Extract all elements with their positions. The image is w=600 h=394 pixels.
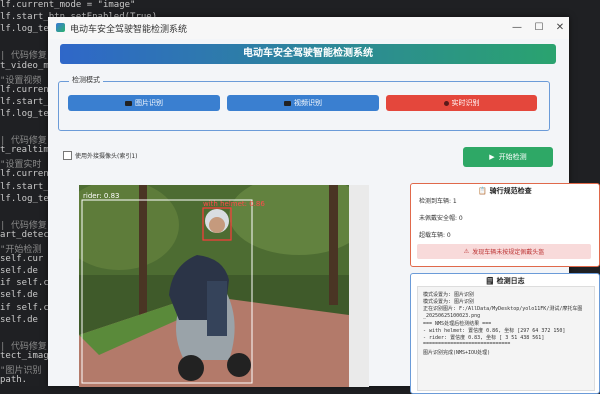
code-line: lf.log_te: [0, 24, 49, 35]
violation-title-label: 骑行规范检查: [489, 187, 532, 195]
code-line: self.cur: [0, 254, 44, 265]
app-icon: [56, 23, 65, 32]
code-line: art_detec: [0, 229, 49, 240]
log-textarea[interactable]: 模式设置为: 图片识别 模式设置为: 图片识别 正在识别图片: F:/AllData…: [417, 286, 595, 391]
code-line: lf.start_: [0, 96, 49, 107]
detection-preview: with helmet: 0.86 rider: 0.83: [79, 185, 369, 387]
code-line: | 代码修复: [0, 51, 47, 62]
log-line: 模式设置为: 图片识别: [423, 292, 475, 298]
rider-bbox-label: rider: 0.83: [83, 192, 120, 200]
code-line: "设置实时: [0, 160, 42, 171]
maximize-button[interactable]: ☐: [532, 21, 546, 35]
code-line: | 代码修复: [0, 220, 47, 231]
log-line: 图片识别完成(NMS+IOU处理): [423, 349, 491, 356]
violation-alert: ⚠ 发现车辆未按规定佩戴头盔: [417, 244, 591, 259]
start-detect-label: 开始检测: [498, 153, 527, 161]
code-line: lf.log_te: [0, 193, 49, 204]
log-line: - rider: 置信度 0.83, 坐标 [ 3 51 438 561]: [423, 335, 545, 342]
code-line: t_realtim: [0, 145, 49, 156]
detection-mode-legend: 检测模式: [69, 75, 103, 85]
preview-side-bar: [349, 185, 369, 387]
log-line: 模式设置为: 图片识别: [423, 299, 475, 306]
external-camera-checkbox[interactable]: 使用外接摄像头(索引1): [63, 151, 138, 160]
code-line: if self.cu: [0, 302, 55, 313]
title-bar: 电动车安全驾驶智能检测系统 — ☐ ✕: [48, 17, 569, 39]
code-line: if self.cu: [0, 278, 55, 289]
helmet-bbox-label: with helmet: 0.86: [203, 200, 265, 208]
video-detect-label: 视频识别: [294, 99, 322, 107]
code-line: | 代码修复: [0, 341, 47, 352]
code-line: "开始检测: [0, 245, 42, 255]
code-line: "图片识别: [0, 366, 42, 376]
start-detect-button[interactable]: ▶ 开始检测: [463, 147, 553, 167]
code-line: self.de: [0, 266, 38, 277]
overload-count: 超载车辆: 0: [419, 232, 451, 239]
code-line: lf.start_: [0, 181, 49, 192]
code-line: lf.current_mode = "image": [0, 0, 136, 10]
image-detect-button[interactable]: 图片识别: [68, 95, 220, 111]
violation-title: 📋 骑行规范检查: [411, 186, 599, 196]
image-detect-label: 图片识别: [135, 99, 163, 107]
realtime-detect-button[interactable]: 实时识别: [386, 95, 537, 111]
document-icon: 🗒: [485, 277, 495, 285]
realtime-detect-label: 实时识别: [451, 99, 480, 107]
app-window: 电动车安全驾驶智能检测系统 — ☐ ✕ 电动车安全驾驶智能检测系统 检测模式 图…: [48, 17, 600, 394]
log-line: 正在识别图片: F:/AllData/MyDesktop/yolo11FK/测试…: [423, 306, 583, 313]
window-title: 电动车安全驾驶智能检测系统: [70, 25, 188, 35]
violation-panel: 📋 骑行规范检查 检测到车辆: 1 未佩戴安全帽: 0 超载车辆: 0 ⚠ 发现…: [410, 183, 600, 267]
app-banner: 电动车安全驾驶智能检测系统: [60, 44, 556, 64]
log-line: _20250625100023.png: [423, 312, 481, 319]
code-line: self.de: [0, 290, 38, 301]
warning-icon: ⚠: [463, 248, 470, 255]
preview-image: with helmet: 0.86 rider: 0.83: [79, 185, 349, 387]
log-title-label: 检测日志: [496, 277, 525, 285]
record-icon: [443, 100, 449, 106]
external-camera-label: 使用外接摄像头(索引1): [75, 153, 138, 160]
log-title: 🗒 检测日志: [411, 276, 599, 286]
image-icon: [125, 100, 132, 106]
no-helmet-count: 未佩戴安全帽: 0: [419, 215, 463, 222]
log-line: - with helmet: 置信度 0.86, 坐标 [297 64 372 …: [423, 328, 566, 334]
play-icon: ▶: [489, 153, 495, 161]
violation-alert-text: 发现车辆未按规定佩戴头盔: [472, 249, 545, 256]
checkbox-box[interactable]: [63, 151, 72, 160]
code-line: lf.curren: [0, 169, 49, 180]
code-line: path.: [0, 375, 28, 386]
video-detect-button[interactable]: 视频识别: [227, 95, 379, 111]
log-panel: 🗒 检测日志 模式设置为: 图片识别 模式设置为: 图片识别 正在识别图片: F:/…: [410, 273, 600, 394]
code-line: | 代码修复: [0, 136, 47, 147]
log-line: === NMS处理后检测结果 ===: [423, 320, 492, 327]
code-line: self.de: [0, 314, 38, 325]
clipboard-icon: 📋: [478, 187, 488, 195]
log-line: =============================: [423, 341, 511, 348]
code-line: t_video_m: [0, 60, 49, 71]
rider-count: 检测到车辆: 1: [419, 198, 457, 205]
video-icon: [284, 100, 291, 106]
code-line: "设置视频: [0, 75, 42, 86]
code-line: lf.log_te: [0, 108, 49, 119]
code-line: tect_image: [0, 350, 55, 361]
minimize-button[interactable]: —: [510, 21, 524, 35]
code-line: lf.curren: [0, 84, 49, 95]
close-button[interactable]: ✕: [553, 21, 567, 35]
